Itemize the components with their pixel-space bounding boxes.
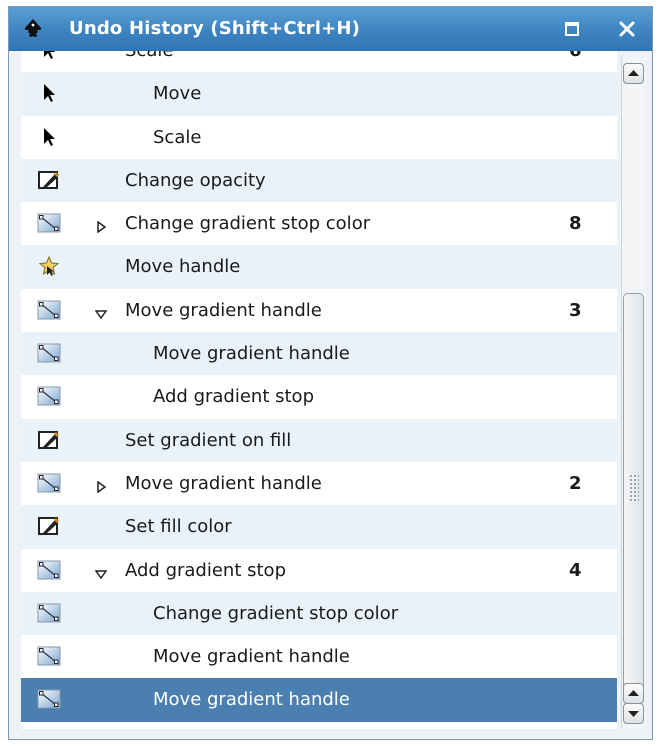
arrow-pointer-icon [37,51,61,62]
maximize-button[interactable] [560,17,584,41]
close-button[interactable] [615,17,639,41]
history-row[interactable]: Change gradient stop color [21,591,617,636]
history-row-label: Move gradient handle [153,689,350,711]
gradient-tool-icon [37,644,61,668]
fill-stroke-icon [37,428,61,452]
gradient-tool-icon [37,687,61,711]
history-row-count: 2 [569,472,582,494]
history-row[interactable]: Move gradient handle [21,332,617,376]
history-row-label: Move gradient handle [153,343,350,365]
title-bar[interactable]: Undo History (Shift+Ctrl+H) [9,7,652,51]
gradient-tool-icon [37,601,61,625]
close-icon [619,21,635,37]
arrow-pointer-icon [37,125,61,149]
history-row-label: Change gradient stop color [153,602,399,624]
expander-open-icon[interactable] [94,304,108,320]
history-row-label: Move handle [125,256,241,278]
vertical-scrollbar[interactable] [621,57,646,729]
gradient-tool-icon [37,558,61,582]
scroll-up-icon [628,690,639,696]
history-row[interactable]: Set gradient on fill [21,418,617,462]
history-row[interactable]: Move gradient handle [21,635,617,679]
history-row-label: Move gradient handle [125,472,322,494]
gradient-tool-icon [37,298,61,322]
history-row[interactable]: Add gradient stop [21,375,617,419]
history-row-label: Change opacity [125,169,266,191]
scroll-grip-icon [629,474,639,502]
history-row[interactable]: Scale 6 [21,51,617,73]
window-title: Undo History (Shift+Ctrl+H) [69,18,361,39]
history-row[interactable]: Move gradient handle 3 [21,288,617,333]
scroll-up-button[interactable] [623,63,644,84]
expander-open-icon[interactable] [94,564,108,579]
history-row-label: Change gradient stop color [125,213,371,235]
fill-stroke-icon [37,168,61,192]
gradient-tool-icon [37,341,61,365]
scroll-down-icon [628,711,639,717]
scroll-up-icon [628,70,639,76]
history-row-label: Move gradient handle [125,299,322,321]
history-row-count: 6 [569,51,582,61]
scroll-thumb[interactable] [623,293,644,693]
scroll-down-button[interactable] [623,703,644,724]
history-row-count: 4 [569,559,582,581]
arrow-pointer-icon [37,81,61,105]
fill-stroke-icon [37,514,61,538]
history-row[interactable]: Set fill color [21,505,617,549]
inkscape-logo-icon [24,19,42,37]
history-row-count: 8 [569,213,582,235]
history-row-label: Set fill color [125,516,232,538]
gradient-tool-icon [37,211,61,235]
history-row-label: Set gradient on fill [125,429,292,451]
gradient-tool-icon [37,384,61,408]
history-row-label: Move gradient handle [153,646,350,668]
expander-closed-icon[interactable] [95,217,107,234]
gradient-tool-icon [37,471,61,495]
maximize-icon [565,22,579,36]
history-row-label: Scale [153,126,202,148]
history-row[interactable]: Move [21,72,617,116]
history-row[interactable]: Move gradient handle 2 [21,461,617,506]
bottom-strip [21,729,617,739]
undo-history-window: Undo History (Shift+Ctrl+H) Scale6MoveSc… [8,6,653,740]
history-row-label: Add gradient stop [153,386,314,408]
history-row-label: Add gradient stop [125,559,286,581]
history-row[interactable]: Move handle [21,245,617,289]
history-row[interactable]: Add gradient stop 4 [21,548,617,592]
history-row-count: 3 [569,299,582,321]
history-row[interactable]: Change gradient stop color 8 [21,202,617,246]
history-row[interactable]: Change opacity [21,158,617,203]
history-row-label: Scale [125,51,173,61]
node-edit-icon [37,254,61,278]
history-row-label: Move [153,83,202,105]
expander-closed-icon[interactable] [95,477,107,494]
scroll-up-button-lower[interactable] [623,683,644,704]
history-list[interactable]: Scale 6 Move Scale Change opacity Change grad… [21,51,617,729]
history-row-selected[interactable]: Move gradient handle [21,678,617,722]
history-row[interactable]: Scale [21,115,617,159]
